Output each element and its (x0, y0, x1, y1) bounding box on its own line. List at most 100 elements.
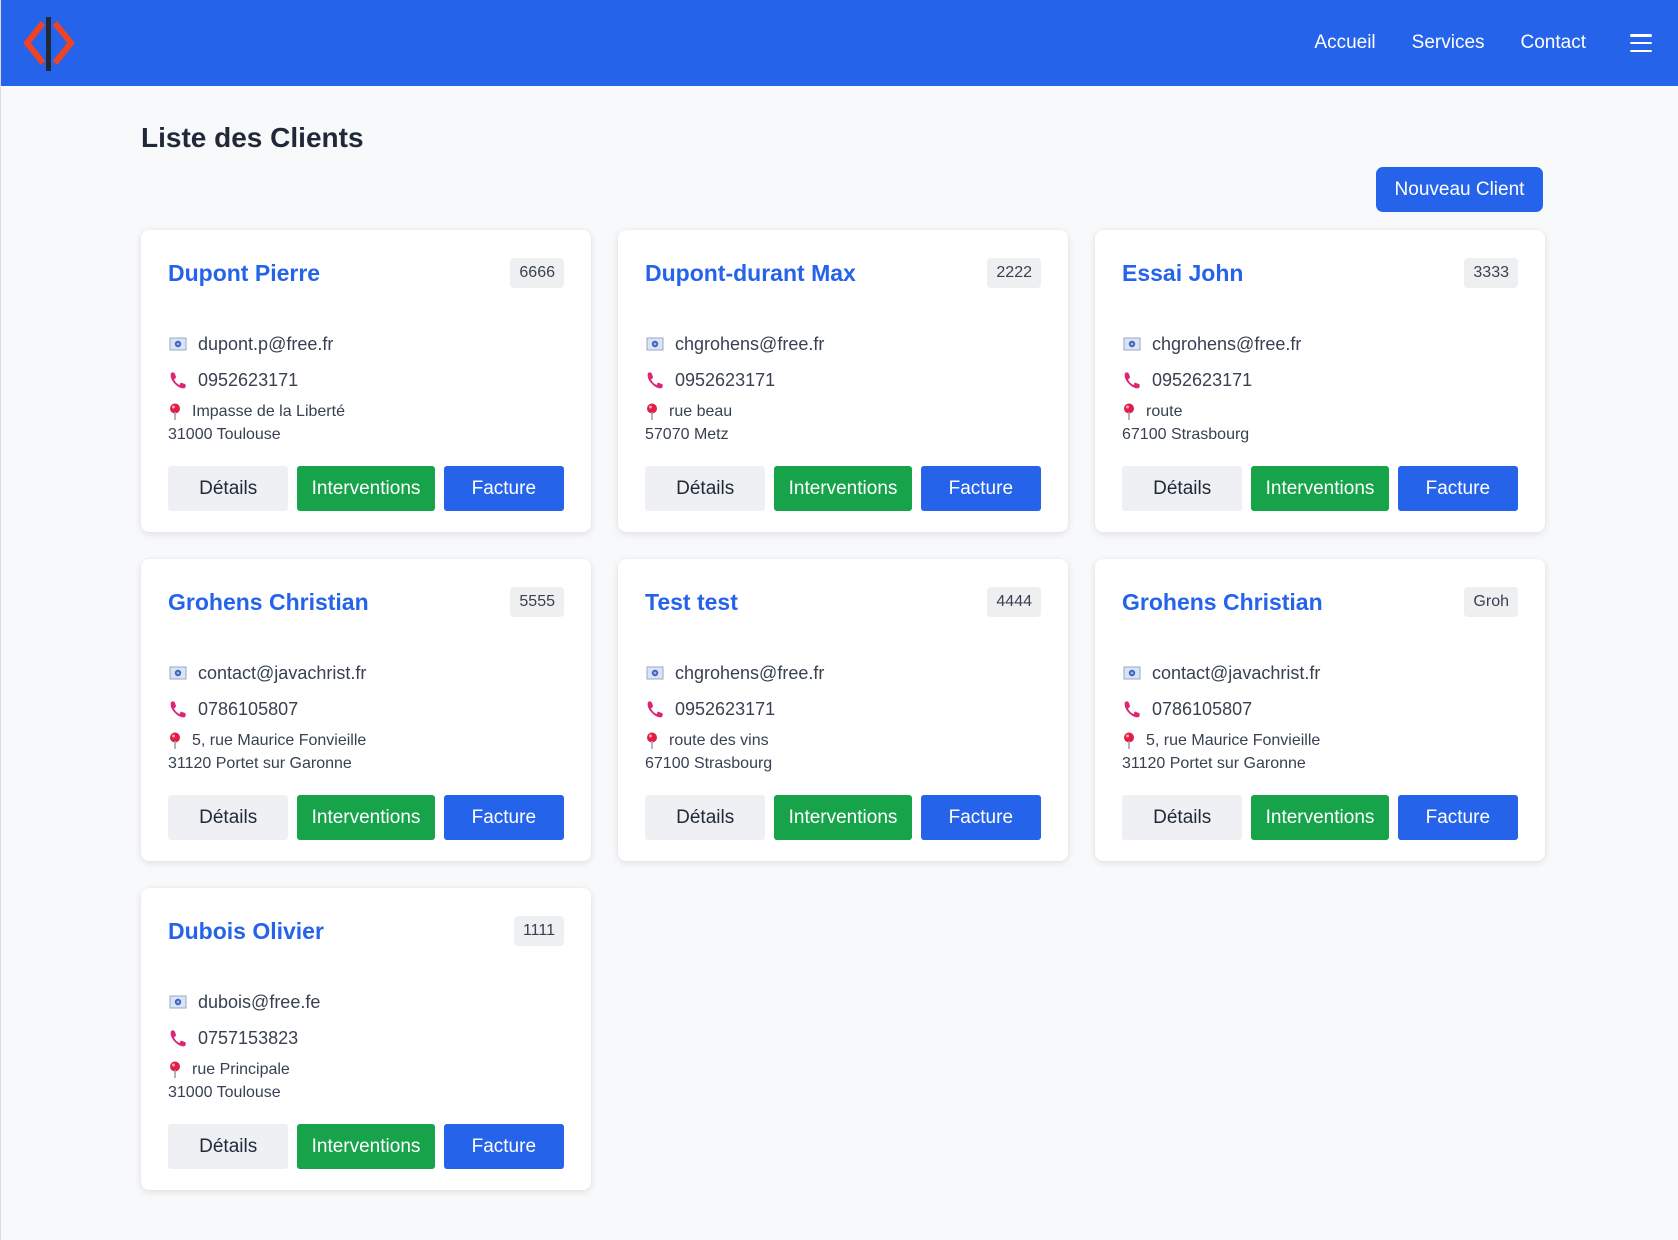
client-card: Test test 4444 chgrohens@free.fr 0952623… (618, 559, 1068, 861)
interventions-button[interactable]: Interventions (774, 466, 912, 511)
client-name[interactable]: Dupont-durant Max (645, 260, 856, 287)
facture-button[interactable]: Facture (920, 466, 1041, 511)
client-name[interactable]: Dupont Pierre (168, 260, 320, 287)
page-title: Liste des Clients (141, 122, 364, 153)
map-pin-icon (168, 1061, 182, 1079)
client-street: route des vins (669, 732, 769, 749)
card-actions: Détails Interventions Facture (168, 1124, 564, 1169)
card-actions: Détails Interventions Facture (645, 795, 1041, 840)
details-button[interactable]: Détails (168, 466, 289, 511)
email-envelope-icon (645, 663, 665, 683)
facture-button[interactable]: Facture (443, 1124, 564, 1169)
client-email-row: dubois@free.fe (168, 984, 564, 1020)
client-code-badge: 6666 (510, 258, 564, 288)
client-code-badge: 5555 (510, 587, 564, 617)
card-actions: Détails Interventions Facture (1122, 795, 1518, 840)
client-city: 67100 Strasbourg (645, 755, 773, 772)
interventions-button[interactable]: Interventions (1251, 466, 1389, 511)
interventions-button[interactable]: Interventions (297, 1124, 435, 1169)
new-client-button[interactable]: Nouveau Client (1376, 167, 1543, 212)
email-envelope-icon (168, 992, 188, 1012)
facture-button[interactable]: Facture (1397, 466, 1518, 511)
nav-link-services[interactable]: Services (1412, 32, 1485, 54)
map-pin-icon (168, 403, 182, 421)
hamburger-menu-icon[interactable] (1630, 34, 1652, 52)
client-phone: 0786105807 (198, 698, 299, 719)
client-address: 5, rue Maurice Fonvieille 31120 Portet s… (168, 729, 564, 775)
client-street: 5, rue Maurice Fonvieille (1146, 732, 1321, 749)
facture-button[interactable]: Facture (443, 466, 564, 511)
client-code-badge: 2222 (987, 258, 1041, 288)
details-button[interactable]: Détails (168, 795, 289, 840)
app-logo[interactable] (21, 13, 77, 73)
details-button[interactable]: Détails (1122, 466, 1243, 511)
map-pin-icon (645, 732, 659, 750)
client-address: route des vins 67100 Strasbourg (645, 729, 1041, 775)
email-envelope-icon (168, 663, 188, 683)
email-envelope-icon (1122, 334, 1142, 354)
client-phone-row: 0757153823 (168, 1020, 564, 1056)
interventions-button[interactable]: Interventions (297, 466, 435, 511)
client-name[interactable]: Essai John (1122, 260, 1243, 287)
client-code-badge: 4444 (987, 587, 1041, 617)
client-city: 57070 Metz (645, 426, 729, 443)
client-name[interactable]: Dubois Olivier (168, 918, 324, 945)
card-actions: Détails Interventions Facture (1122, 466, 1518, 511)
client-city: 67100 Strasbourg (1122, 426, 1250, 443)
card-actions: Détails Interventions Facture (645, 466, 1041, 511)
email-envelope-icon (1122, 663, 1142, 683)
client-street: rue Principale (192, 1061, 290, 1078)
client-phone: 0757153823 (198, 1027, 299, 1048)
facture-button[interactable]: Facture (443, 795, 564, 840)
client-email-row: chgrohens@free.fr (645, 655, 1041, 691)
client-email-row: dupont.p@free.fr (168, 326, 564, 362)
phone-icon (645, 699, 665, 719)
map-pin-icon (1122, 732, 1136, 750)
client-name[interactable]: Grohens Christian (168, 589, 369, 616)
client-address: Impasse de la Liberté 31000 Toulouse (168, 400, 564, 446)
interventions-button[interactable]: Interventions (297, 795, 435, 840)
top-navbar: Accueil Services Contact (1, 0, 1678, 86)
facture-button[interactable]: Facture (920, 795, 1041, 840)
client-email-row: chgrohens@free.fr (645, 326, 1041, 362)
client-email-row: contact@javachrist.fr (168, 655, 564, 691)
client-city: 31120 Portet sur Garonne (1122, 755, 1306, 772)
facture-button[interactable]: Facture (1397, 795, 1518, 840)
client-email: dupont.p@free.fr (198, 333, 334, 354)
client-card-grid: Dupont Pierre 6666 dupont.p@free.fr 0952… (141, 230, 1545, 1190)
client-card: Dubois Olivier 1111 dubois@free.fe 07571… (141, 888, 591, 1190)
details-button[interactable]: Détails (168, 1124, 289, 1169)
client-street: route (1146, 403, 1183, 420)
client-name[interactable]: Test test (645, 589, 738, 616)
client-code-badge: Groh (1464, 587, 1518, 617)
page-header: Liste des Clients Nouveau Client (141, 122, 1543, 227)
client-card: Essai John 3333 chgrohens@free.fr 095262… (1095, 230, 1545, 532)
interventions-button[interactable]: Interventions (1251, 795, 1389, 840)
nav-link-accueil[interactable]: Accueil (1314, 32, 1375, 54)
client-code-badge: 3333 (1464, 258, 1518, 288)
client-email-row: contact@javachrist.fr (1122, 655, 1518, 691)
details-button[interactable]: Détails (1122, 795, 1243, 840)
phone-icon (1122, 370, 1142, 390)
client-name[interactable]: Grohens Christian (1122, 589, 1323, 616)
client-phone: 0952623171 (675, 698, 776, 719)
client-phone: 0952623171 (1152, 369, 1253, 390)
details-button[interactable]: Détails (645, 795, 766, 840)
nav-links: Accueil Services Contact (1314, 32, 1652, 54)
nav-link-contact[interactable]: Contact (1521, 32, 1586, 54)
client-phone-row: 0786105807 (168, 691, 564, 727)
card-actions: Détails Interventions Facture (168, 795, 564, 840)
details-button[interactable]: Détails (645, 466, 766, 511)
map-pin-icon (645, 403, 659, 421)
client-email: chgrohens@free.fr (675, 333, 825, 354)
client-street: Impasse de la Liberté (192, 403, 345, 420)
client-email-row: chgrohens@free.fr (1122, 326, 1518, 362)
client-card: Grohens Christian 5555 contact@javachris… (141, 559, 591, 861)
interventions-button[interactable]: Interventions (774, 795, 912, 840)
client-card: Dupont Pierre 6666 dupont.p@free.fr 0952… (141, 230, 591, 532)
client-phone-row: 0786105807 (1122, 691, 1518, 727)
client-city: 31120 Portet sur Garonne (168, 755, 352, 772)
client-email: contact@javachrist.fr (1152, 662, 1321, 683)
phone-icon (168, 699, 188, 719)
client-phone: 0786105807 (1152, 698, 1253, 719)
